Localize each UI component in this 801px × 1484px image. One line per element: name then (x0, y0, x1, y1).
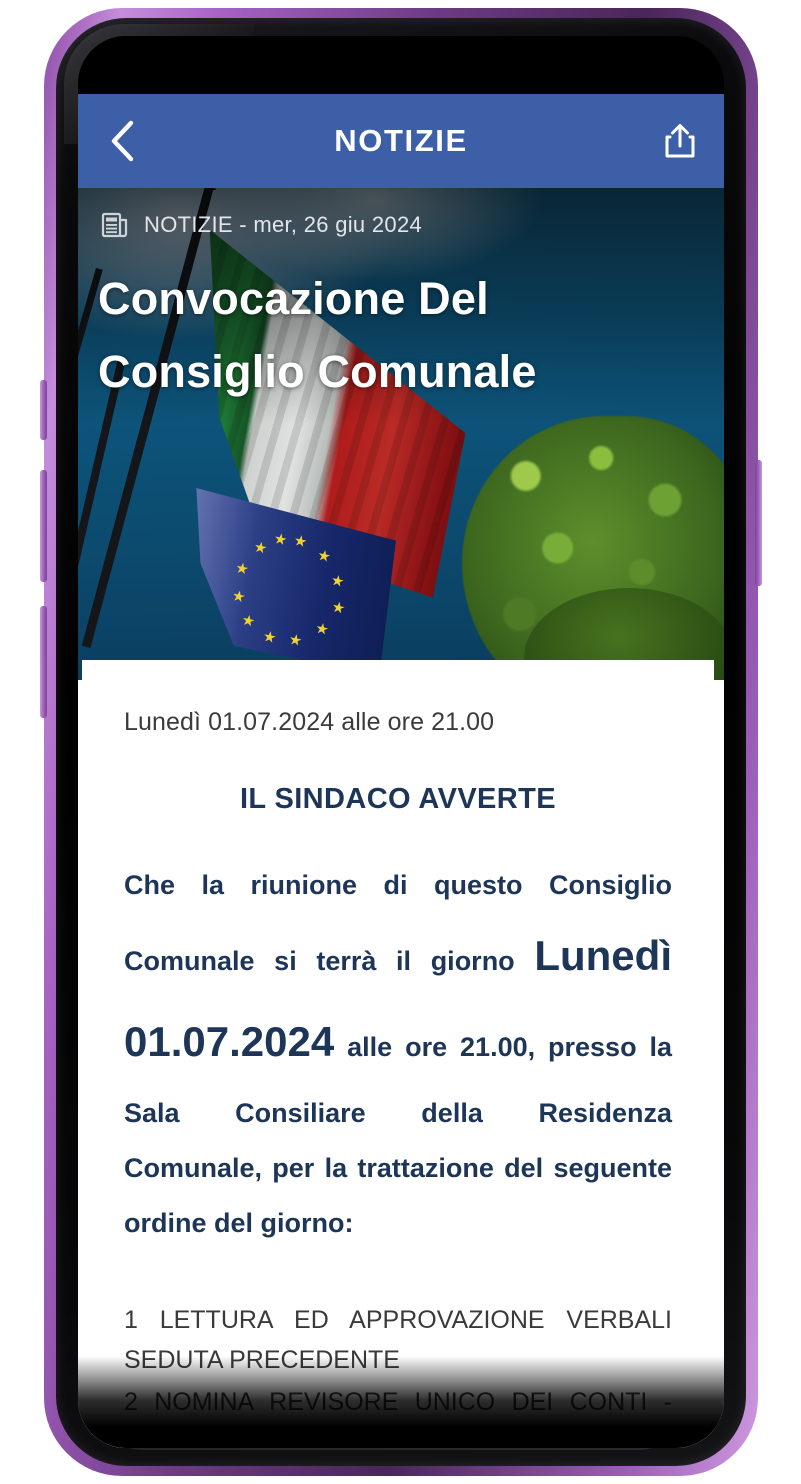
share-button[interactable] (658, 119, 702, 163)
back-button[interactable] (100, 119, 144, 163)
article-headline: Convocazione Del Consiglio Comunale (98, 273, 537, 398)
volume-up-button[interactable] (40, 470, 47, 582)
page-title: NOTIZIE (334, 123, 468, 158)
article-category-date: NOTIZIE - mer, 26 giu 2024 (144, 212, 423, 237)
phone-device: NOTIZIE NOTIZIE - mer, 26 giu 2024 Convo… (40, 8, 762, 1476)
article-subheading: IL SINDACO AVVERTE (239, 783, 557, 815)
article-body-paragraph: Che la riunione di questo Consiglio Comu… (124, 858, 672, 1252)
agenda-item: 2 NOMINA REVISORE UNICO DEI CONTI - TRIE… (124, 1387, 672, 1448)
article-meta: NOTIZIE - mer, 26 giu 2024 (100, 210, 698, 240)
power-button[interactable] (755, 460, 762, 586)
share-icon (665, 124, 695, 158)
app-header-bar: NOTIZIE (78, 94, 724, 188)
app-viewport: NOTIZIE NOTIZIE - mer, 26 giu 2024 Convo… (78, 94, 724, 1448)
newspaper-icon (101, 212, 128, 238)
volume-down-button[interactable] (40, 606, 47, 718)
bixby-button[interactable] (40, 380, 47, 440)
phone-screen: NOTIZIE NOTIZIE - mer, 26 giu 2024 Convo… (78, 36, 724, 1448)
chevron-left-icon (111, 120, 134, 162)
article-content-card: Lunedì 01.07.2024 alle ore 21.00 IL SIND… (82, 660, 714, 1448)
article-hero: ★ ★ ★ ★ ★ ★ ★ ★ ★ ★ ★ ★ (78, 188, 724, 680)
article-event-datetime: Lunedì 01.07.2024 alle ore 21.00 (124, 708, 495, 736)
screen-top-mask (78, 36, 724, 96)
agenda-item: 1 LETTURA ED APPROVAZIONE VERBALI SEDUTA… (124, 1305, 672, 1374)
article-agenda-list: 1 LETTURA ED APPROVAZIONE VERBALI SEDUTA… (124, 1300, 672, 1448)
